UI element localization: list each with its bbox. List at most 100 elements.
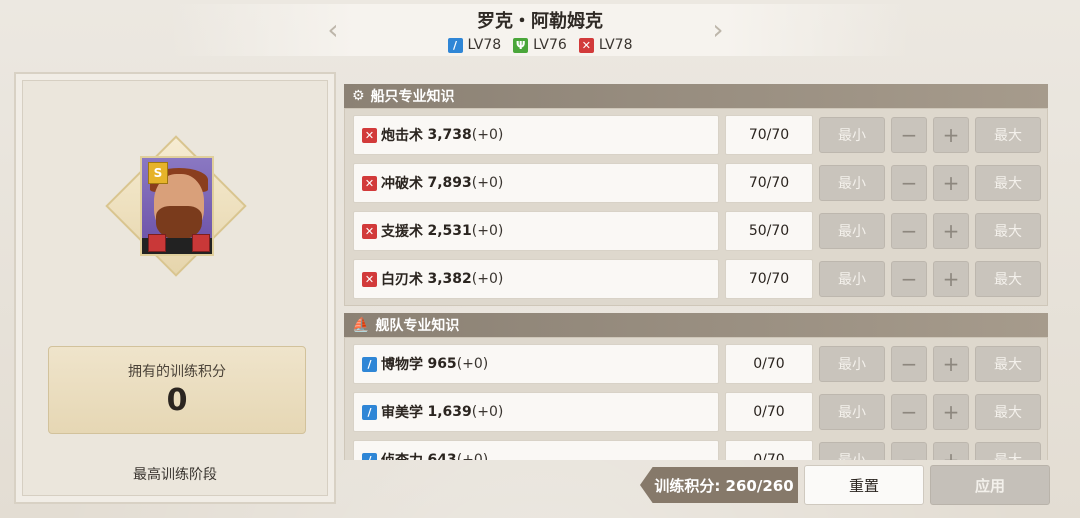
- skill-count: 70/70: [725, 115, 813, 155]
- next-character-arrow-icon[interactable]: ›: [705, 10, 731, 50]
- increase-button[interactable]: +: [933, 442, 969, 460]
- character-name: 罗克・阿勒姆克: [477, 11, 603, 32]
- skill-value: 3,738: [427, 127, 472, 143]
- prev-character-arrow-icon[interactable]: ‹: [320, 10, 346, 50]
- portrait-frame: S: [105, 135, 247, 277]
- level-trade: Ψ LV76: [513, 37, 567, 53]
- max-button[interactable]: 最大: [975, 442, 1041, 460]
- owned-points-box: 拥有的训练积分 0: [48, 346, 306, 434]
- increase-button[interactable]: +: [933, 261, 969, 297]
- fleet-expertise-header: ⛵ 舰队专业知识: [344, 313, 1048, 337]
- skill-delta: (+0): [471, 271, 504, 287]
- skill-count: 0/70: [725, 344, 813, 384]
- max-training-stage-label: 最高训练阶段: [133, 467, 217, 483]
- apply-button[interactable]: 应用: [930, 465, 1050, 505]
- decrease-button[interactable]: −: [891, 117, 927, 153]
- blue-sword-icon: /: [362, 404, 377, 420]
- skill-info: / 博物学 965 (+0): [353, 344, 719, 384]
- increase-button[interactable]: +: [933, 394, 969, 430]
- skill-info: ✕ 冲破术 7,893 (+0): [353, 163, 719, 203]
- skill-delta: (+0): [471, 404, 504, 420]
- red-crossed-swords-icon: ✕: [362, 223, 377, 239]
- increase-button[interactable]: +: [933, 117, 969, 153]
- decrease-button[interactable]: −: [891, 346, 927, 382]
- min-button[interactable]: 最小: [819, 213, 885, 249]
- min-button[interactable]: 最小: [819, 117, 885, 153]
- min-button[interactable]: 最小: [819, 442, 885, 460]
- increase-button[interactable]: +: [933, 165, 969, 201]
- decrease-button[interactable]: −: [891, 394, 927, 430]
- skill-info: / 侦查力 643 (+0): [353, 440, 719, 460]
- skill-info: ✕ 白刃术 3,382 (+0): [353, 259, 719, 299]
- character-header: ‹ › 罗克・阿勒姆克 / LV78 Ψ LV76 ✕ LV78: [170, 0, 910, 58]
- decrease-button[interactable]: −: [891, 261, 927, 297]
- decrease-button[interactable]: −: [891, 213, 927, 249]
- decrease-button[interactable]: −: [891, 442, 927, 460]
- skill-value: 7,893: [427, 175, 472, 191]
- fleet-expertise-list: / 博物学 965 (+0) 0/70 最小 − + 最大 / 审美学 1,63…: [344, 337, 1048, 460]
- max-button[interactable]: 最大: [975, 213, 1041, 249]
- skill-count: 0/70: [725, 392, 813, 432]
- skill-delta: (+0): [456, 356, 489, 372]
- rank-badge-icon: S: [148, 162, 168, 184]
- skill-count: 50/70: [725, 211, 813, 251]
- character-portrait[interactable]: S: [140, 156, 214, 256]
- skill-delta: (+0): [456, 452, 489, 460]
- ship-expertise-list: ✕ 炮击术 3,738 (+0) 70/70 最小 − + 最大 ✕ 冲破术 7…: [344, 108, 1048, 306]
- level-adventure: / LV78: [447, 37, 501, 53]
- skill-delta: (+0): [471, 223, 504, 239]
- increase-button[interactable]: +: [933, 346, 969, 382]
- skill-name: 白刃术: [381, 272, 423, 288]
- increase-button[interactable]: +: [933, 213, 969, 249]
- owned-points-value: 0: [166, 383, 188, 418]
- skill-info: / 审美学 1,639 (+0): [353, 392, 719, 432]
- battle-badge-icon: [148, 234, 166, 252]
- red-crossed-swords-icon: ✕: [362, 127, 377, 143]
- skill-count: 70/70: [725, 163, 813, 203]
- skill-count: 70/70: [725, 259, 813, 299]
- skill-value: 643: [427, 452, 457, 460]
- skill-name: 冲破术: [381, 176, 423, 192]
- skill-name: 博物学: [381, 357, 423, 373]
- max-button[interactable]: 最大: [975, 117, 1041, 153]
- owned-points-label: 拥有的训练积分: [128, 364, 226, 380]
- training-points-display: 训练积分: 260/260: [640, 467, 798, 503]
- character-panel: S 拥有的训练积分 0 最高训练阶段: [14, 72, 336, 504]
- max-button[interactable]: 最大: [975, 394, 1041, 430]
- min-button[interactable]: 最小: [819, 346, 885, 382]
- ship-icon: ⚙: [352, 88, 365, 104]
- skill-row: / 博物学 965 (+0) 0/70 最小 − + 最大: [353, 344, 1041, 384]
- reset-button[interactable]: 重置: [804, 465, 924, 505]
- skill-delta: (+0): [471, 127, 504, 143]
- skill-value: 1,639: [427, 404, 472, 420]
- max-button[interactable]: 最大: [975, 261, 1041, 297]
- medal-badge-icon: [192, 234, 210, 252]
- min-button[interactable]: 最小: [819, 394, 885, 430]
- skill-row: ✕ 炮击术 3,738 (+0) 70/70 最小 − + 最大: [353, 115, 1041, 155]
- min-button[interactable]: 最小: [819, 261, 885, 297]
- skill-name: 支援术: [381, 224, 423, 240]
- red-crossed-swords-icon: ✕: [362, 175, 377, 191]
- blue-sword-icon: /: [362, 452, 377, 460]
- skill-row: / 侦查力 643 (+0) 0/70 最小 − + 最大: [353, 440, 1041, 460]
- skill-info: ✕ 支援术 2,531 (+0): [353, 211, 719, 251]
- skill-name: 侦查力: [381, 450, 423, 460]
- blue-sword-icon: /: [362, 356, 377, 372]
- skill-name: 炮击术: [381, 128, 423, 144]
- red-crossed-swords-icon: ✕: [362, 271, 377, 287]
- decrease-button[interactable]: −: [891, 165, 927, 201]
- fleet-icon: ⛵: [352, 317, 370, 333]
- ship-expertise-header: ⚙ 船只专业知识: [344, 84, 1048, 108]
- max-button[interactable]: 最大: [975, 165, 1041, 201]
- skill-name: 审美学: [381, 405, 423, 421]
- skill-value: 965: [427, 356, 457, 372]
- max-button[interactable]: 最大: [975, 346, 1041, 382]
- blue-sword-icon: /: [447, 37, 463, 53]
- skill-row: ✕ 白刃术 3,382 (+0) 70/70 最小 − + 最大: [353, 259, 1041, 299]
- section-title: 舰队专业知识: [375, 318, 460, 334]
- expertise-panel[interactable]: ⚙ 船只专业知识 ✕ 炮击术 3,738 (+0) 70/70 最小 − + 最…: [340, 80, 1052, 460]
- min-button[interactable]: 最小: [819, 165, 885, 201]
- level-label: LV78: [598, 37, 633, 53]
- skill-row: ✕ 冲破术 7,893 (+0) 70/70 最小 − + 最大: [353, 163, 1041, 203]
- skill-info: ✕ 炮击术 3,738 (+0): [353, 115, 719, 155]
